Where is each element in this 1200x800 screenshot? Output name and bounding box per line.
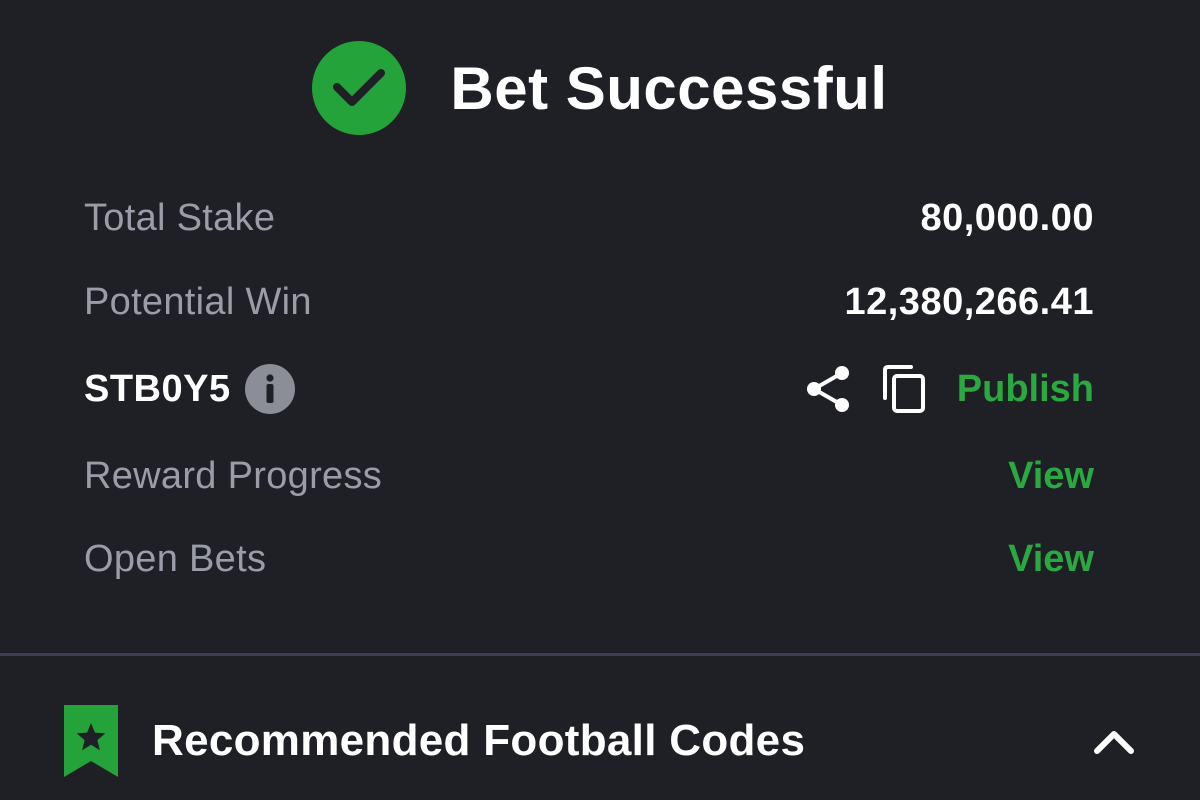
publish-button[interactable]: Publish	[957, 368, 1094, 411]
copy-icon[interactable]	[881, 364, 927, 414]
open-bets-view-link[interactable]: View	[1008, 538, 1094, 581]
chevron-up-icon[interactable]	[1092, 726, 1136, 756]
booking-code-group: STB0Y5	[84, 364, 295, 414]
booking-code: STB0Y5	[84, 367, 231, 410]
share-icon[interactable]	[805, 365, 851, 413]
success-header: Bet Successful	[0, 38, 1200, 138]
check-circle-icon	[312, 41, 407, 135]
total-stake-row: Total Stake 80,000.00	[84, 188, 1094, 248]
booking-code-row: STB0Y5 Publish	[84, 359, 1094, 419]
open-bets-row: Open Bets View	[84, 529, 1094, 589]
total-stake-label: Total Stake	[84, 196, 276, 239]
reward-progress-row: Reward Progress View	[84, 446, 1094, 506]
recommended-codes-title: Recommended Football Codes	[152, 716, 806, 765]
section-divider	[0, 653, 1200, 656]
reward-progress-label: Reward Progress	[84, 454, 383, 497]
reward-progress-view-link[interactable]: View	[1008, 455, 1094, 498]
recommended-codes-title-group: Recommended Football Codes	[62, 703, 805, 779]
potential-win-value: 12,380,266.41	[844, 280, 1094, 323]
info-icon[interactable]	[244, 364, 295, 414]
total-stake-value: 80,000.00	[920, 196, 1094, 239]
recommended-codes-header[interactable]: Recommended Football Codes	[62, 702, 1136, 780]
potential-win-row: Potential Win 12,380,266.41	[84, 272, 1094, 332]
page-title: Bet Successful	[450, 54, 888, 122]
open-bets-label: Open Bets	[84, 537, 267, 580]
potential-win-label: Potential Win	[84, 280, 312, 323]
bookmark-star-icon	[64, 705, 118, 777]
booking-actions: Publish	[805, 364, 1094, 414]
